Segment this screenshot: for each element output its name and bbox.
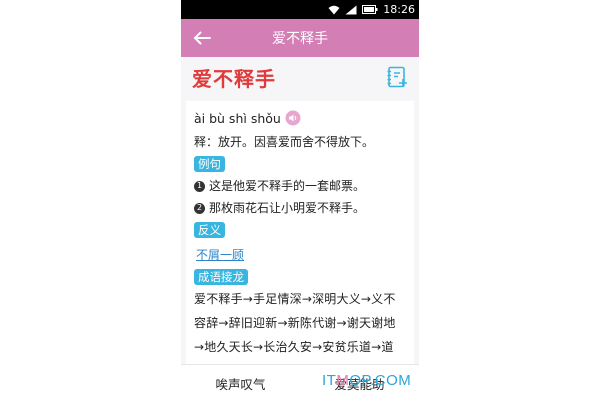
antonym-link[interactable]: 不屑一顾 [196,246,244,263]
example-item: 1 这是他爱不释手的一套邮票。 [194,178,406,194]
status-time: 18:26 [383,3,415,16]
number-badge: 1 [194,180,205,192]
watermark-dot: M [336,372,350,389]
number-badge: 2 [194,202,205,214]
watermark: ITMOP.COM [322,372,411,389]
app-bar: 爱不释手 [181,19,419,57]
chain-line: 爱不释手→手足情深→深明大义→义不 [194,292,396,306]
chain-line: →地久天长→长治久安→安贫乐道→道 [194,340,394,354]
watermark-text-a: IT [322,372,337,389]
signal-icon [345,5,357,14]
phone-screen: 18:26 爱不释手 爱不释手 ài bù shì shǒu 释：放开。因喜爱而… [181,0,419,400]
pinyin: ài bù shì shǒu [194,110,281,126]
idiom-detail-card: ài bù shì shǒu 释：放开。因喜爱而舍不得放下。 例句 1 这是他爱… [186,101,414,400]
idiom-header: 爱不释手 [181,57,419,97]
idiom-title: 爱不释手 [192,66,276,91]
back-button[interactable] [191,28,213,48]
idiom-chain: 爱不释手→手足情深→深明大义→义不 容辞→辞旧迎新→新陈代谢→谢天谢地 →地久天… [194,287,406,359]
status-bar: 18:26 [181,0,419,19]
example-text: 这是他爱不释手的一套邮票。 [209,179,366,193]
speaker-icon[interactable] [285,110,301,126]
add-to-notebook-icon[interactable] [385,65,409,89]
pinyin-row: ài bù shì shǒu [194,109,406,127]
antonym-label: 反义 [194,222,225,238]
battery-icon [362,5,378,14]
page-title: 爱不释手 [272,31,328,47]
arrow-left-icon [193,31,211,45]
example-item: 2 那枚雨花石让小明爱不释手。 [194,200,406,216]
examples-label: 例句 [194,156,225,172]
chain-line: 容辞→辞旧迎新→新陈代谢→谢天谢地 [194,316,396,330]
meaning: 释：放开。因喜爱而舍不得放下。 [194,135,375,149]
wifi-icon [328,5,340,14]
example-text: 那枚雨花石让小明爱不释手。 [209,201,366,215]
idiom-chain-label: 成语接龙 [194,269,248,285]
watermark-text-b: OP.COM [349,372,412,389]
previous-idiom-button[interactable]: 唉声叹气 [181,374,300,393]
